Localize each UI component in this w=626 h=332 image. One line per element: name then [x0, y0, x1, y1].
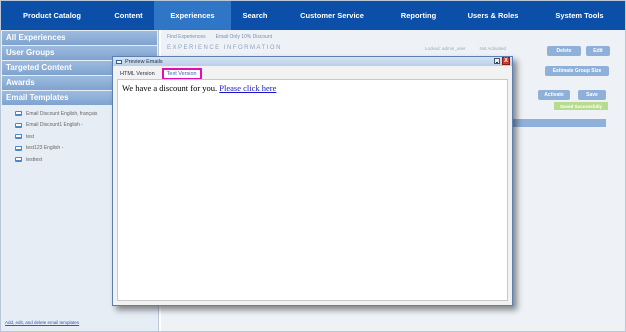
- top-navigation: Product Catalog Content Experiences Sear…: [1, 1, 625, 30]
- message-text: We have a discount for you.: [122, 83, 218, 93]
- email-message: We have a discount for you. Please click…: [122, 83, 276, 93]
- lock-status: Locked: admin_user: [425, 46, 466, 51]
- envelope-icon: [116, 59, 122, 64]
- envelope-icon: [15, 111, 22, 117]
- envelope-icon: [15, 145, 22, 151]
- tab-html-version[interactable]: HTML Version: [118, 70, 157, 78]
- saved-status-badge: Saved Successfully: [554, 102, 608, 110]
- header-bar: [511, 119, 606, 127]
- nav-search[interactable]: Search: [231, 1, 279, 30]
- close-button[interactable]: X: [502, 57, 510, 65]
- delete-button[interactable]: Delete: [547, 46, 581, 56]
- envelope-icon: [15, 157, 22, 163]
- activate-button[interactable]: Activate: [538, 90, 570, 100]
- template-name: Email Discount1 English -: [26, 122, 83, 129]
- activation-status: Not Activated: [479, 46, 507, 51]
- app-window: Product Catalog Content Experiences Sear…: [0, 0, 626, 332]
- envelope-icon: [15, 134, 22, 140]
- nav-product-catalog[interactable]: Product Catalog: [1, 1, 103, 30]
- nav-experiences[interactable]: Experiences: [154, 1, 231, 30]
- breadcrumb-find-experiences[interactable]: Find Experiences: [167, 34, 206, 40]
- email-preview-body: We have a discount for you. Please click…: [117, 79, 508, 301]
- edit-button[interactable]: Edit: [586, 46, 610, 56]
- breadcrumb: Find Experiences Email Only 10% Discount: [167, 34, 272, 40]
- save-button[interactable]: Save: [578, 90, 606, 100]
- status-area: Locked: admin_user Not Activated: [425, 46, 506, 51]
- click-here-link[interactable]: Please click here: [219, 83, 276, 93]
- template-name: Email Discount English, français: [26, 110, 98, 117]
- dialog-title: Preview Emails: [125, 58, 163, 65]
- minimize-button[interactable]: [494, 58, 500, 64]
- template-name: test123 English -: [26, 145, 64, 152]
- sidebar-all-experiences[interactable]: All Experiences: [2, 31, 157, 45]
- nav-system-tools[interactable]: System Tools: [534, 1, 625, 30]
- envelope-icon: [15, 122, 22, 128]
- dialog-titlebar: Preview Emails X: [113, 57, 512, 66]
- nav-users-roles[interactable]: Users & Roles: [452, 1, 534, 30]
- template-name: testtest: [26, 156, 43, 163]
- template-name: test: [26, 133, 35, 140]
- estimate-group-size-button[interactable]: Estimate Group Size: [545, 66, 609, 76]
- nav-content[interactable]: Content: [103, 1, 154, 30]
- manage-templates-link[interactable]: Add, edit, and delete email templates: [5, 320, 79, 325]
- section-title: EXPERIENCE INFORMATION: [167, 45, 282, 51]
- preview-emails-dialog: Preview Emails X HTML Version Text Versi…: [112, 56, 513, 306]
- breadcrumb-current-experience[interactable]: Email Only 10% Discount: [216, 34, 272, 40]
- nav-customer-service[interactable]: Customer Service: [279, 1, 385, 30]
- nav-reporting[interactable]: Reporting: [385, 1, 452, 30]
